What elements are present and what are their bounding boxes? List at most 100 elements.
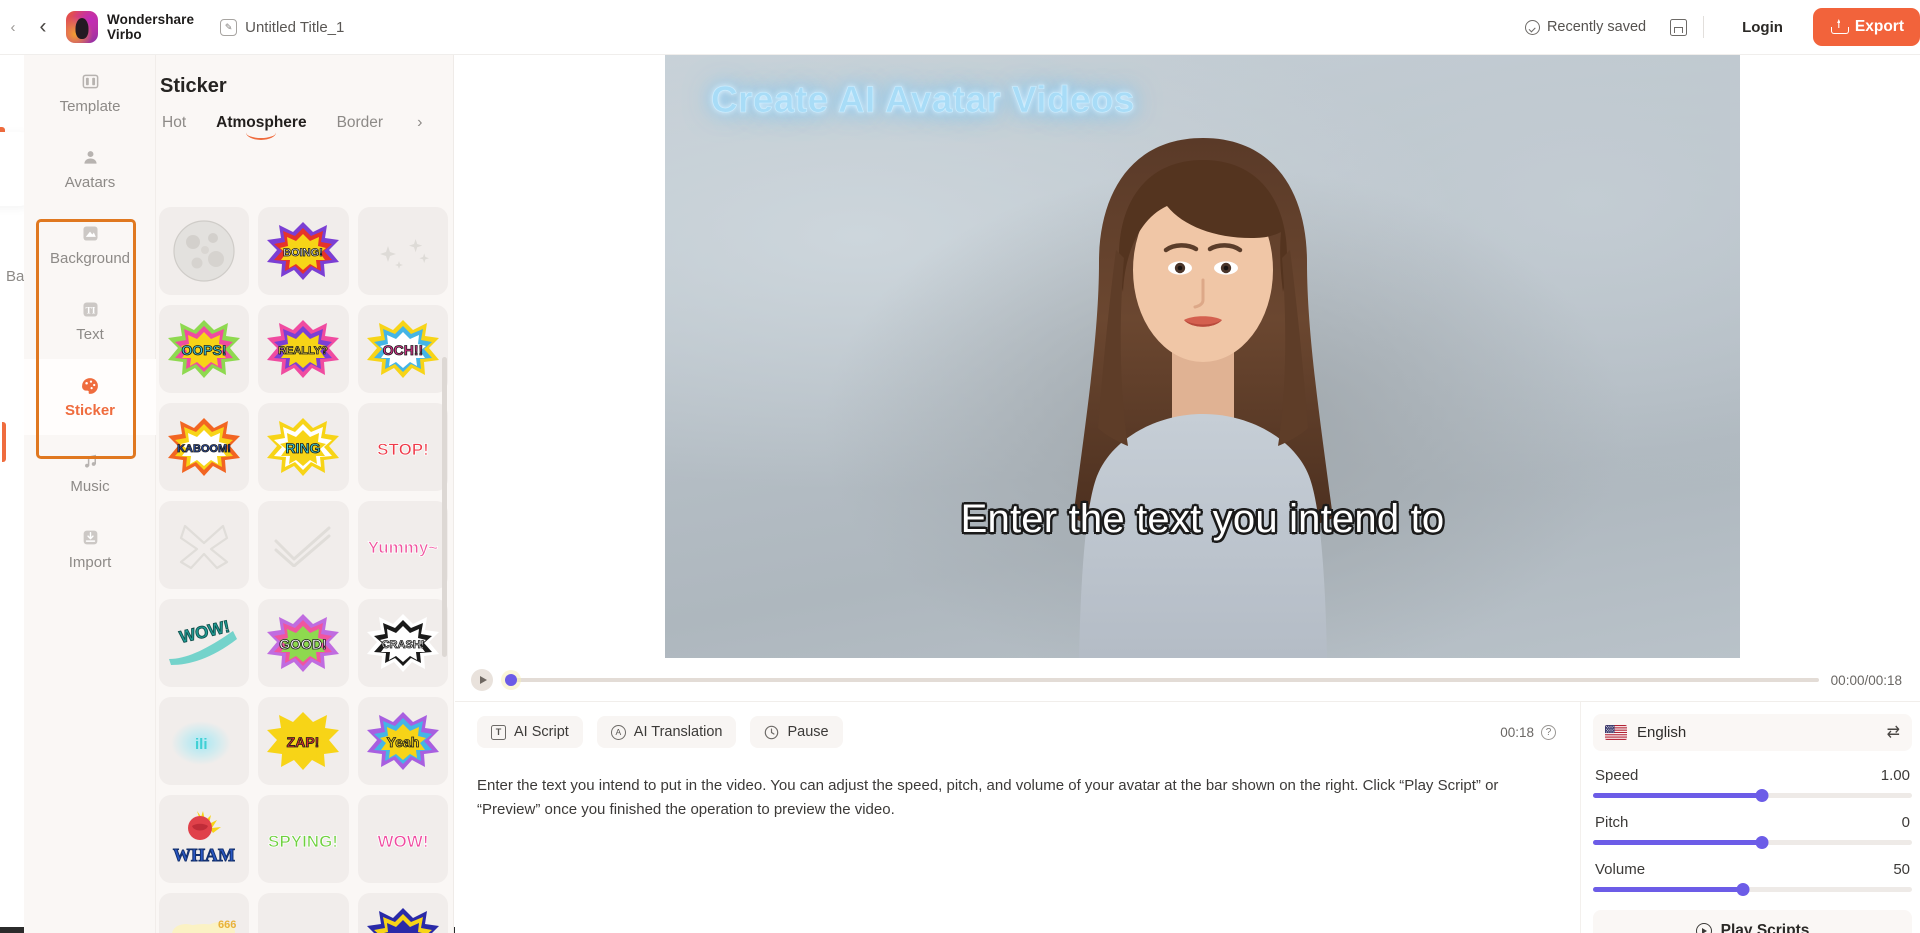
panel-scrollbar-thumb[interactable]	[442, 357, 447, 657]
saved-status-label: Recently saved	[1546, 19, 1647, 35]
toolbar-divider	[1703, 16, 1705, 38]
sidebar-item-template[interactable]: Template	[24, 55, 156, 131]
panel-scrollbar-track[interactable]	[442, 205, 450, 933]
volume-slider-knob[interactable]	[1736, 883, 1750, 896]
sidebar-item-import[interactable]: Import	[24, 511, 156, 587]
video-preview[interactable]: Create AI Avatar Videos Enter the text y…	[665, 55, 1740, 658]
document-title-group[interactable]: ✎ Untitled Title_1	[220, 18, 344, 36]
speed-slider[interactable]	[1593, 789, 1912, 802]
ai-script-button[interactable]: T AI Script	[477, 716, 583, 748]
sidebar-item-avatars[interactable]: Avatars	[24, 131, 156, 207]
sidebar-item-background[interactable]: Background	[24, 207, 156, 283]
music-icon	[80, 452, 100, 472]
sidebar-item-label: Avatars	[64, 173, 116, 191]
back-chevron-icon[interactable]: ‹	[26, 15, 60, 39]
sticker-check[interactable]	[258, 501, 349, 589]
video-subtitle-overlay[interactable]: Enter the text you intend to	[665, 497, 1740, 542]
sticker-wham[interactable]: WHAM	[159, 795, 250, 883]
pitch-slider-row: Pitch 0	[1593, 798, 1912, 849]
timeline-knob[interactable]	[505, 674, 517, 686]
pause-button[interactable]: Pause	[750, 716, 843, 748]
timeline-track[interactable]	[505, 678, 1819, 682]
pause-label: Pause	[787, 724, 829, 740]
sidebar-item-sticker[interactable]: Sticker	[24, 359, 156, 435]
collapse-chevron-icon[interactable]: ‹	[0, 19, 26, 36]
sticker-wow-pink[interactable]: WOW!	[357, 795, 448, 883]
text-icon: TI	[80, 300, 100, 320]
ai-translation-button[interactable]: A AI Translation	[596, 716, 737, 748]
script-textarea[interactable]: Enter the text you intend to put in the …	[455, 748, 1580, 823]
time-display: 00:00/00:18	[1830, 672, 1902, 688]
sticker-sparkle[interactable]	[357, 207, 448, 295]
brand-name: Wondershare Virbo	[107, 11, 195, 42]
ai-script-label: AI Script	[514, 724, 569, 740]
sticker-really[interactable]: REALLY?	[258, 305, 349, 393]
script-duration: 00:18 ?	[1500, 724, 1580, 740]
svg-text:666: 666	[218, 919, 236, 931]
sticker-yummy[interactable]: Yummy~	[357, 501, 448, 589]
svg-text:TI: TI	[85, 306, 95, 316]
play-icon[interactable]	[471, 669, 493, 691]
volume-header: Volume 50	[1593, 855, 1912, 887]
script-panel: T AI Script A AI Translation Pause 00:18…	[455, 701, 1580, 933]
pitch-slider-knob[interactable]	[1755, 836, 1769, 849]
sidebar-item-text[interactable]: TI Text	[24, 283, 156, 359]
floppy-disk-icon[interactable]	[1670, 18, 1688, 36]
sticker-tabs: Hot Atmosphere Border ›	[159, 98, 453, 141]
editor-stage: Create AI Avatar Videos Enter the text y…	[455, 55, 1920, 933]
sticker-icon	[80, 376, 100, 396]
swap-arrows-icon[interactable]: ⇄	[1887, 724, 1900, 741]
svg-text:Yummy~: Yummy~	[368, 538, 438, 557]
tab-hot[interactable]: Hot	[162, 114, 186, 141]
sticker-oops[interactable]: OOPS!	[159, 305, 250, 393]
sticker-zap[interactable]: ZAP!	[258, 697, 349, 785]
pitch-slider-fill	[1593, 840, 1763, 845]
sticker-kaboom[interactable]: KABOOM!	[159, 403, 250, 491]
volume-slider[interactable]	[1593, 883, 1912, 896]
sticker-crash[interactable]: CRASH!	[357, 599, 448, 687]
language-selector[interactable]: English ⇄	[1593, 714, 1912, 751]
sticker-good[interactable]: GOOD!	[258, 599, 349, 687]
svg-text:WHAM: WHAM	[173, 845, 235, 865]
sticker-panel-header: Sticker Hot Atmosphere Border ›	[156, 55, 453, 141]
chevron-right-icon[interactable]: ›	[417, 114, 422, 141]
sticker-crack[interactable]: CRACK	[357, 893, 448, 933]
question-mark-icon[interactable]: ?	[1541, 724, 1556, 740]
pitch-label: Pitch	[1595, 814, 1629, 831]
volume-slider-fill	[1593, 887, 1743, 892]
sticker-yeah[interactable]: Yeah	[357, 697, 448, 785]
sidebar-item-music[interactable]: Music	[24, 435, 156, 511]
sticker-spying[interactable]: SPYING!	[258, 795, 349, 883]
sticker-blue-blur[interactable]: ili	[159, 697, 250, 785]
pitch-slider[interactable]	[1593, 836, 1912, 849]
timeline-scrubber[interactable]	[505, 674, 1819, 686]
play-scripts-button[interactable]: Play Scripts	[1593, 910, 1912, 933]
brand-logo-group[interactable]: Wondershare Virbo	[66, 11, 194, 43]
sticker-ring-ring[interactable]: RING	[258, 403, 349, 491]
svg-text:GOOD!: GOOD!	[280, 636, 327, 652]
sidebar-item-label: Template	[59, 97, 121, 115]
language-label: English	[1637, 724, 1687, 741]
export-label: Export	[1854, 18, 1904, 35]
sticker-great[interactable]: 666GREAT!	[159, 893, 250, 933]
sticker-cross[interactable]	[159, 501, 250, 589]
pitch-header: Pitch 0	[1593, 808, 1912, 840]
export-button[interactable]: Export	[1812, 8, 1920, 46]
sticker-panel: Sticker Hot Atmosphere Border › BOING! O…	[156, 55, 454, 933]
sticker-wow-teal[interactable]: WOW!	[159, 599, 250, 687]
speed-slider-knob[interactable]	[1755, 789, 1769, 802]
sticker-stop[interactable]: STOP!	[357, 403, 448, 491]
sticker-moon[interactable]	[159, 207, 250, 295]
svg-text:OCH!!: OCH!!	[383, 342, 423, 358]
tab-border[interactable]: Border	[337, 114, 384, 141]
sidebar-item-label: Sticker	[64, 401, 116, 419]
player-bar: 00:00/00:18	[455, 659, 1920, 701]
speed-slider-row: Speed 1.00	[1593, 751, 1912, 802]
login-button[interactable]: Login	[1720, 11, 1805, 44]
svg-text:KABOOM!: KABOOM!	[177, 443, 231, 455]
sticker-och[interactable]: OCH!!	[357, 305, 448, 393]
sticker-fire[interactable]: FIRE	[258, 893, 349, 933]
volume-slider-row: Volume 50	[1593, 845, 1912, 896]
sticker-boing[interactable]: BOING!	[258, 207, 349, 295]
tab-atmosphere[interactable]: Atmosphere	[216, 114, 306, 141]
